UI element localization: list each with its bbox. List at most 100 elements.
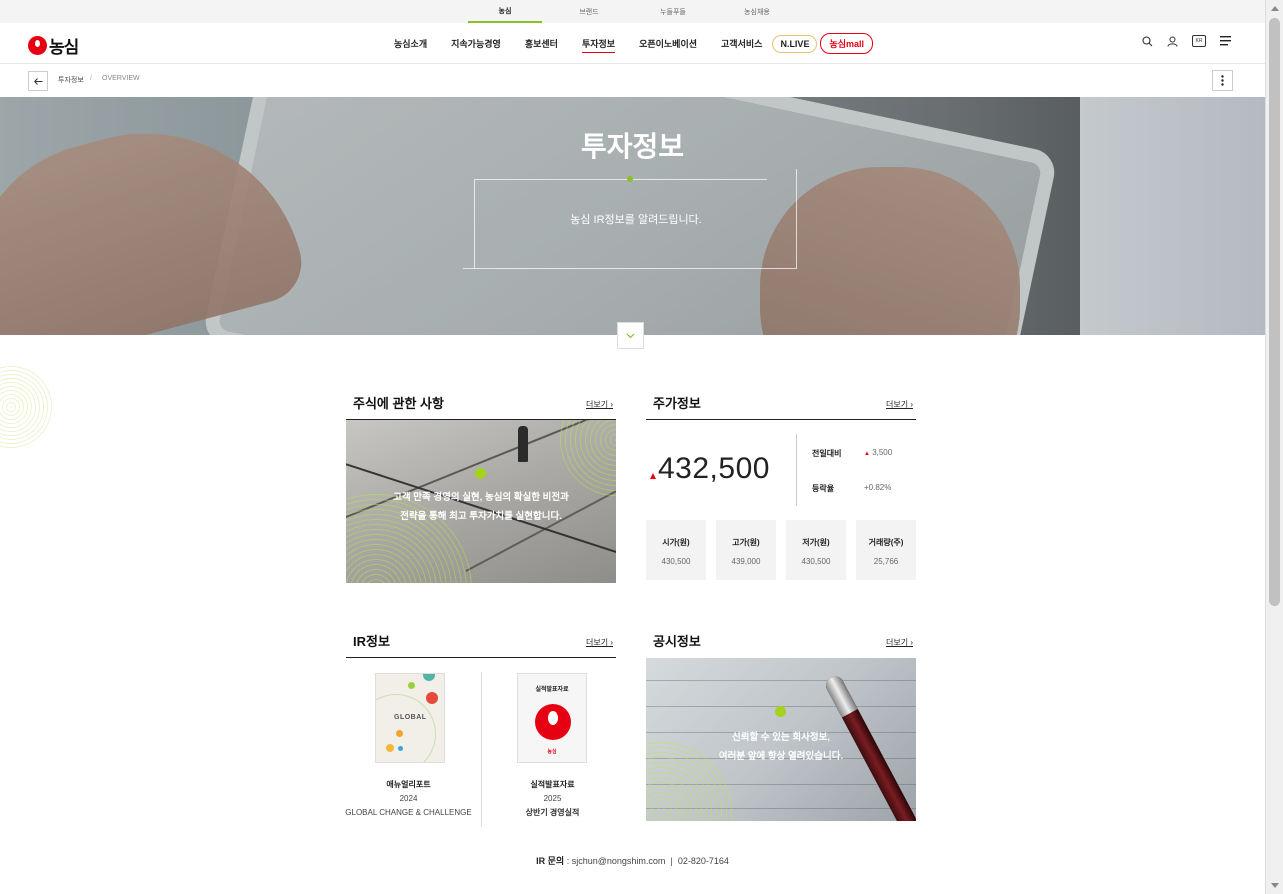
divider xyxy=(481,672,482,827)
contact-colon: : xyxy=(566,856,570,866)
menu-icon[interactable] xyxy=(1220,36,1231,46)
breadcrumb-current[interactable]: 투자정보 xyxy=(58,75,84,85)
top-tab-nongshim[interactable]: 농심 xyxy=(468,0,542,23)
box-label: 저가(원) xyxy=(802,538,830,547)
contact-phone: 02-820-7164 xyxy=(677,856,729,866)
contact-email[interactable]: sjchun@nongshim.com xyxy=(572,856,666,866)
cover-bubble xyxy=(426,692,438,704)
more-link[interactable]: 더보기 › xyxy=(886,399,913,410)
nav-item-about[interactable]: 농심소개 xyxy=(394,35,427,52)
stock-price-section: 주가정보 더보기 › xyxy=(646,383,916,420)
language-icon[interactable]: KR xyxy=(1192,35,1206,47)
cover-bubble xyxy=(376,694,436,762)
nav-item-investment[interactable]: 투자정보 xyxy=(581,35,616,53)
rate-value: +0.82% xyxy=(864,483,892,492)
box-value: 430,500 xyxy=(801,557,831,566)
box-value: 430,500 xyxy=(661,557,691,566)
nav-item-customer[interactable]: 고객서비스 xyxy=(721,35,762,52)
arrow-left-icon xyxy=(33,77,42,85)
nav-item-open-innovation[interactable]: 오픈이노베이션 xyxy=(639,35,697,52)
frame-line xyxy=(463,268,475,269)
accent-dot xyxy=(775,706,786,717)
more-label: 더보기 xyxy=(586,638,609,647)
box-label: 시가(원) xyxy=(662,538,690,547)
section-title: 주가정보 xyxy=(653,396,701,411)
top-tab-brand[interactable]: 브랜드 xyxy=(552,0,626,23)
breadcrumb-page: OVERVIEW xyxy=(102,75,140,82)
current-price: 432,500 xyxy=(646,435,796,505)
price-value: 432,500 xyxy=(658,452,770,485)
logo-mark-icon xyxy=(28,36,47,55)
decorative-circle xyxy=(0,366,52,448)
scroll-up-icon[interactable] xyxy=(1271,6,1279,11)
logo[interactable]: 농심 xyxy=(28,33,79,58)
more-label: 더보기 xyxy=(886,400,909,409)
box-value: 439,000 xyxy=(731,557,761,566)
cover-bubble xyxy=(423,674,435,681)
high-price-box: 고가(원) 439,000 xyxy=(716,520,776,580)
caption-line: 고객 만족 경영의 실현, 농심의 확실한 비전과 xyxy=(393,492,569,503)
stock-caption: 고객 만족 경영의 실현, 농심의 확실한 비전과 전략을 통해 최고 투자가치… xyxy=(346,488,616,526)
cover-logo: 농심 xyxy=(547,749,557,755)
scrollbar-thumb[interactable] xyxy=(1269,18,1280,606)
main-nav: 농심소개 지속가능경영 홍보센터 투자정보 오픈이노베이션 고객서비스 N.LI… xyxy=(394,23,874,64)
annual-report-caption: 애뉴얼리포트 2024 GLOBAL CHANGE & CHALLENGE xyxy=(341,778,476,820)
nav-item-pr[interactable]: 홍보센터 xyxy=(525,35,558,52)
more-link[interactable]: 더보기 › xyxy=(886,637,913,648)
disclosure-caption: 신뢰할 수 있는 회사정보, 여러분 앞에 항상 열려있습니다. xyxy=(646,728,916,766)
back-button[interactable] xyxy=(28,71,48,91)
top-tab-recruit[interactable]: 농심채용 xyxy=(720,0,794,23)
up-arrow-icon: ▲ xyxy=(864,451,870,457)
cover-bubble xyxy=(408,682,415,689)
earnings-report-cover[interactable]: 실적발표자료 농심 xyxy=(517,673,587,763)
breadcrumb: 투자정보 / OVERVIEW xyxy=(0,64,1265,97)
change-value: ▲ 3,500 xyxy=(864,448,892,457)
disclosure-image[interactable]: 신뢰할 수 있는 회사정보, 여러분 앞에 항상 열려있습니다. xyxy=(646,658,916,821)
page-scrollbar[interactable] xyxy=(1265,0,1283,894)
box-value: 25,766 xyxy=(873,557,899,566)
report-desc: GLOBAL CHANGE & CHALLENGE xyxy=(345,808,472,817)
stock-info-section: 주식에 관한 사항 더보기 › xyxy=(346,383,616,420)
page-title: 투자정보 xyxy=(580,131,685,162)
scroll-down-button[interactable] xyxy=(617,322,644,349)
more-options-button[interactable] xyxy=(1212,70,1233,91)
language-badge: KR xyxy=(1195,38,1203,44)
frame-line xyxy=(475,179,767,180)
nav-item-sustainability[interactable]: 지속가능경영 xyxy=(451,35,501,52)
search-icon[interactable] xyxy=(1142,35,1153,47)
more-label: 더보기 xyxy=(586,400,609,409)
report-year: 2025 xyxy=(543,794,562,803)
earnings-report-caption: 실적발표자료 2025 상반기 경영실적 xyxy=(485,778,620,820)
report-desc: 상반기 경영실적 xyxy=(525,808,580,817)
mall-button[interactable]: 농심mall xyxy=(820,33,874,54)
open-price-box: 시가(원) 430,500 xyxy=(646,520,706,580)
paper-line xyxy=(646,680,916,681)
logo-mark-icon xyxy=(535,704,571,740)
change-number: 3,500 xyxy=(872,448,893,457)
hero-banner: 투자정보 농심 IR정보를 알려드립니다. xyxy=(0,97,1265,335)
change-label: 전일대비 xyxy=(812,449,842,458)
more-link[interactable]: 더보기 › xyxy=(586,637,613,648)
more-link[interactable]: 더보기 › xyxy=(586,399,613,410)
stock-info-image[interactable]: 고객 만족 경영의 실현, 농심의 확실한 비전과 전략을 통해 최고 투자가치… xyxy=(346,420,616,583)
hero-frame: 농심 IR정보를 알려드립니다. xyxy=(463,169,797,269)
person-figure xyxy=(518,426,528,462)
report-name: 실적발표자료 xyxy=(530,780,575,789)
cover-title: 실적발표자료 xyxy=(535,687,569,693)
scroll-down-icon[interactable] xyxy=(1271,883,1279,888)
more-vertical-icon xyxy=(1221,75,1224,86)
more-label: 더보기 xyxy=(886,638,909,647)
caption-line: 전략을 통해 최고 투자가치를 실현합니다. xyxy=(400,511,562,522)
section-title: 공시정보 xyxy=(653,634,701,649)
report-year: 2024 xyxy=(399,794,418,803)
cover-title: GLOBAL xyxy=(394,714,427,721)
up-arrow-icon xyxy=(650,473,656,479)
nlive-button[interactable]: N.LIVE xyxy=(772,34,818,53)
annual-report-cover[interactable]: GLOBAL xyxy=(375,673,445,763)
caption-line: 여러분 앞에 항상 열려있습니다. xyxy=(718,751,844,762)
top-tab-noodle[interactable]: 누들푸들 xyxy=(636,0,710,23)
contact-divider: | xyxy=(670,856,673,866)
user-icon[interactable] xyxy=(1167,36,1178,47)
caption-line: 신뢰할 수 있는 회사정보, xyxy=(732,732,830,743)
disclosure-section: 공시정보 더보기 › xyxy=(646,621,916,658)
